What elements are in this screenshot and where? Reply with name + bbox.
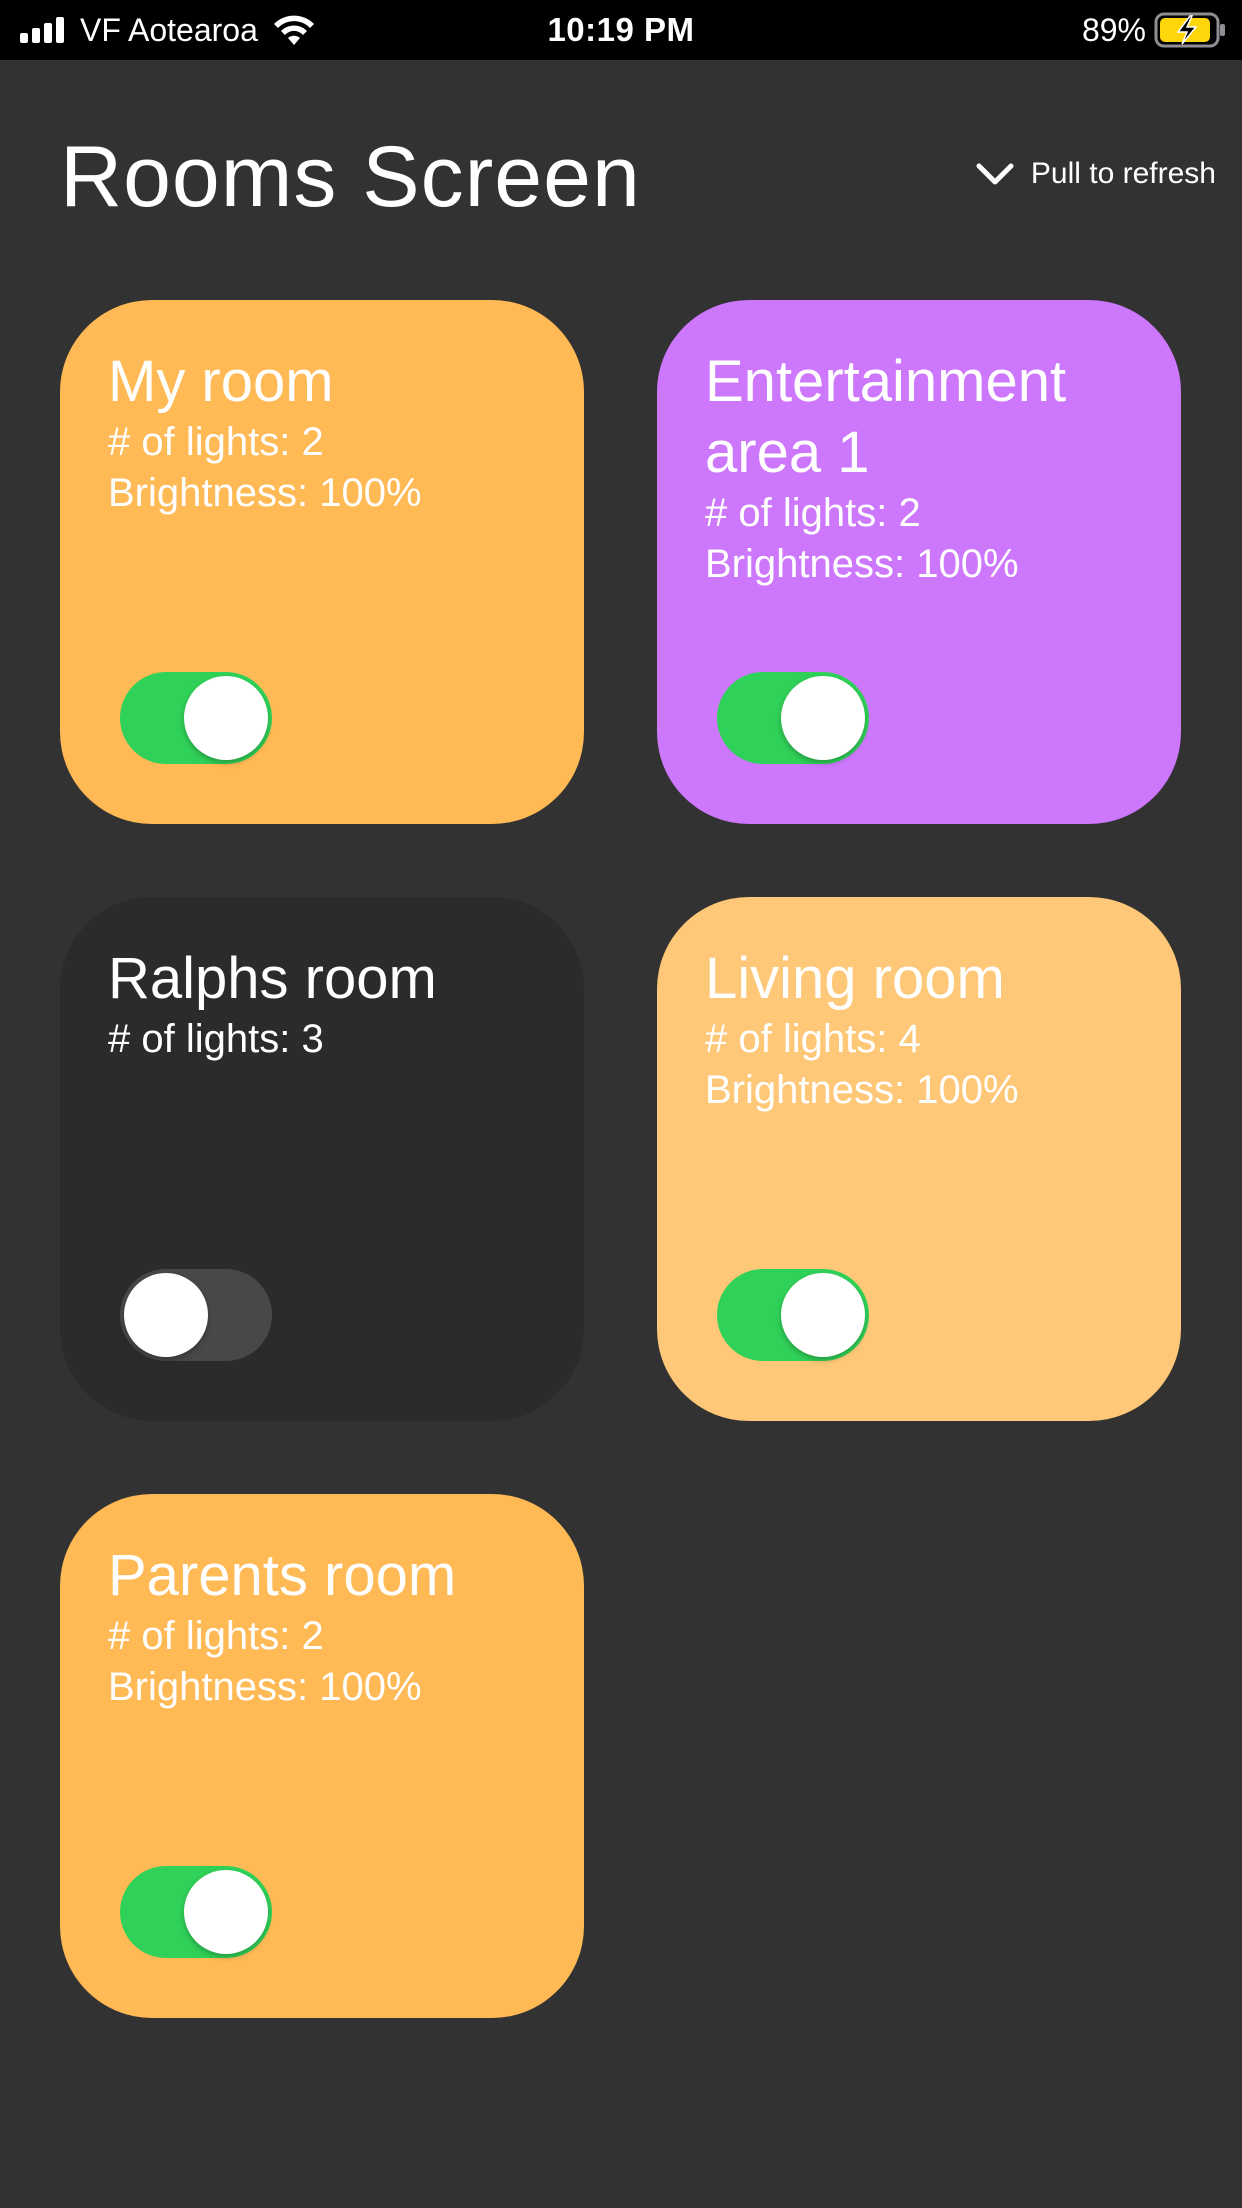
room-lights-count: # of lights: 2 [705, 491, 921, 535]
status-right: 89% [1082, 10, 1228, 50]
room-name: Ralphs room [108, 946, 437, 1011]
room-lights-count: # of lights: 2 [108, 1614, 324, 1658]
room-card-living-room[interactable]: Living room # of lights: 4 Brightness: 1… [657, 897, 1181, 1421]
toggle-knob [124, 1273, 208, 1357]
room-name: Entertainment area 1 [705, 349, 1067, 485]
room-power-toggle[interactable] [120, 1866, 272, 1958]
room-brightness: Brightness: 100% [108, 1665, 422, 1709]
room-card-ralphs-room[interactable]: Ralphs room # of lights: 3 [60, 897, 584, 1421]
room-power-toggle[interactable] [120, 1269, 272, 1361]
room-card-my-room[interactable]: My room # of lights: 2 Brightness: 100% [60, 300, 584, 824]
toggle-knob [184, 676, 268, 760]
room-name: My room [108, 349, 334, 414]
battery-charging-icon [1154, 12, 1225, 48]
toggle-knob [184, 1870, 268, 1954]
status-bar: VF Aotearoa 10:19 PM 89% [0, 0, 1242, 60]
room-lights-count: # of lights: 4 [705, 1017, 921, 1061]
room-brightness: Brightness: 100% [705, 542, 1019, 586]
room-power-toggle[interactable] [717, 1269, 869, 1361]
battery-percent: 89% [1081, 12, 1146, 48]
page-title: Rooms Screen [60, 129, 641, 225]
toggle-knob [781, 676, 865, 760]
room-card-parents-room[interactable]: Parents room # of lights: 2 Brightness: … [60, 1494, 584, 2018]
pull-to-refresh-label: Pull to refresh [1030, 157, 1216, 190]
room-card-entertainment-area-1[interactable]: Entertainment area 1 # of lights: 2 Brig… [657, 300, 1181, 824]
room-power-toggle[interactable] [120, 672, 272, 764]
pull-to-refresh[interactable]: Pull to refresh [975, 152, 1216, 196]
toggle-knob [781, 1273, 865, 1357]
room-name: Parents room [108, 1543, 457, 1608]
room-name: Living room [705, 946, 1005, 1011]
room-power-toggle[interactable] [717, 672, 869, 764]
rooms-screen: VF Aotearoa 10:19 PM 89% Rooms Screen Pu… [0, 0, 1242, 2208]
room-brightness: Brightness: 100% [108, 471, 422, 515]
room-lights-count: # of lights: 3 [108, 1017, 324, 1061]
room-lights-count: # of lights: 2 [108, 420, 324, 464]
status-time: 10:19 PM [547, 11, 695, 48]
chevron-down-icon [976, 163, 1014, 185]
room-brightness: Brightness: 100% [705, 1068, 1019, 1112]
